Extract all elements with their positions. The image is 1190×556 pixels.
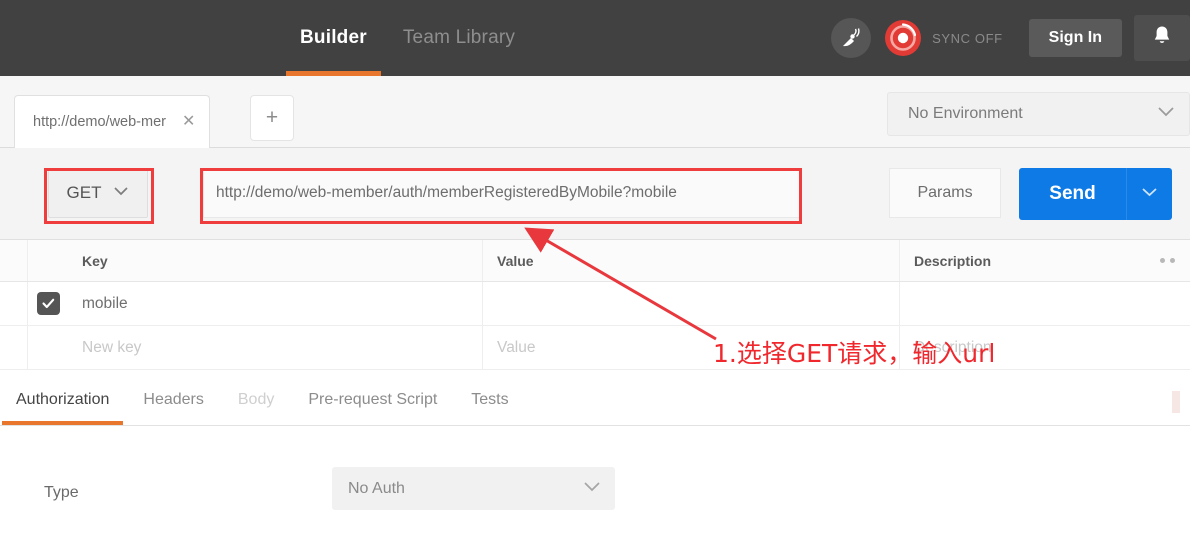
sign-in-button[interactable]: Sign In (1028, 19, 1122, 57)
authorization-pane: Type No Auth (0, 426, 1190, 556)
add-request-tab-button[interactable]: + (250, 95, 294, 141)
sign-in-label: Sign In (1048, 29, 1102, 46)
postman-app-window: Builder Team Library SYNC OFF Sign In ht… (0, 0, 1190, 556)
sync-status-label: SYNC OFF (932, 30, 1003, 46)
request-detail-tabs: Authorization Headers Body Pre-request S… (0, 376, 1190, 426)
close-icon[interactable]: ✕ (182, 114, 195, 130)
table-new-row[interactable]: New key Value Description (0, 326, 1190, 370)
table-gutter (0, 282, 28, 325)
tab-pre-request-script[interactable]: Pre-request Script (308, 375, 437, 425)
new-value-input[interactable]: Value (483, 326, 900, 369)
send-button-group: Send (1019, 168, 1172, 220)
auth-type-value: No Auth (348, 479, 405, 497)
notifications-button[interactable] (1134, 15, 1190, 61)
tabs-overflow-indicator (1172, 391, 1180, 413)
tab-authorization[interactable]: Authorization (1, 375, 124, 425)
tab-body-label: Body (237, 391, 275, 408)
tab-builder-label: Builder (300, 27, 367, 48)
request-tab-strip: http://demo/web-mer ✕ + No Environment (0, 76, 1190, 148)
auth-type-selector[interactable]: No Auth (332, 467, 615, 510)
chevron-down-icon (583, 480, 601, 498)
row-checkbox-cell (28, 292, 68, 315)
row-checkbox[interactable] (36, 292, 60, 315)
chevron-down-icon (1141, 185, 1158, 203)
row-key-value: mobile (82, 294, 128, 312)
query-params-table: Key Value Description mobile New key Val… (0, 240, 1190, 370)
new-key-placeholder: New key (82, 338, 142, 356)
header-nav-tabs: Builder Team Library (286, 0, 515, 76)
tab-tests[interactable]: Tests (471, 375, 508, 425)
environment-selector-label: No Environment (908, 105, 1023, 122)
url-input[interactable]: http://demo/web-member/auth/memberRegist… (203, 168, 800, 218)
tab-team-library-label: Team Library (402, 27, 516, 48)
send-options-button[interactable] (1126, 168, 1172, 220)
http-method-selector[interactable]: GET (48, 168, 148, 218)
tab-team-library[interactable]: Team Library (403, 0, 515, 76)
params-toggle-label: Params (917, 184, 973, 201)
new-key-input[interactable]: New key (68, 326, 483, 369)
request-tab[interactable]: http://demo/web-mer ✕ (14, 95, 211, 148)
url-builder-row: GET http://demo/web-member/auth/memberRe… (0, 148, 1190, 240)
tab-body[interactable]: Body (238, 375, 274, 425)
more-options-icon[interactable] (1144, 258, 1190, 263)
send-button[interactable]: Send (1019, 168, 1126, 220)
header-right-controls: SYNC OFF Sign In (831, 0, 1190, 76)
new-description-input[interactable]: Description (900, 326, 1144, 369)
checkmark-icon (41, 298, 54, 309)
tab-authorization-label: Authorization (16, 391, 110, 408)
tab-tests-label: Tests (471, 391, 509, 408)
environment-selector[interactable]: No Environment (887, 92, 1190, 136)
new-value-placeholder: Value (497, 338, 536, 356)
table-header-key: Key (68, 240, 483, 281)
send-button-label: Send (1049, 183, 1096, 204)
new-description-placeholder: Description (914, 338, 992, 356)
bell-icon (1152, 25, 1172, 51)
table-header-description: Description (914, 252, 992, 269)
postman-sync-logo-icon[interactable] (883, 18, 923, 58)
table-gutter (0, 326, 28, 369)
url-input-value: http://demo/web-member/auth/memberRegist… (216, 184, 677, 201)
row-description-cell[interactable] (900, 282, 1144, 325)
auth-type-label: Type (44, 484, 79, 501)
params-toggle-button[interactable]: Params (889, 168, 1001, 218)
table-gutter (0, 240, 28, 281)
table-header-row: Key Value Description (0, 240, 1190, 282)
satellite-dish-icon[interactable] (831, 18, 872, 58)
chevron-down-icon (1157, 105, 1175, 123)
plus-icon: + (265, 106, 279, 129)
chevron-down-icon (113, 184, 129, 202)
tab-headers[interactable]: Headers (143, 375, 203, 425)
app-header: Builder Team Library SYNC OFF Sign In (0, 0, 1190, 76)
tab-builder[interactable]: Builder (286, 0, 381, 76)
table-header-value: Value (483, 240, 900, 281)
table-row[interactable]: mobile (0, 282, 1190, 326)
tab-pre-request-script-label: Pre-request Script (308, 391, 438, 408)
http-method-label: GET (66, 183, 102, 202)
row-value-cell[interactable] (483, 282, 900, 325)
row-key-cell[interactable]: mobile (68, 282, 483, 325)
request-tab-label: http://demo/web-mer (33, 114, 166, 130)
tab-headers-label: Headers (143, 391, 204, 408)
